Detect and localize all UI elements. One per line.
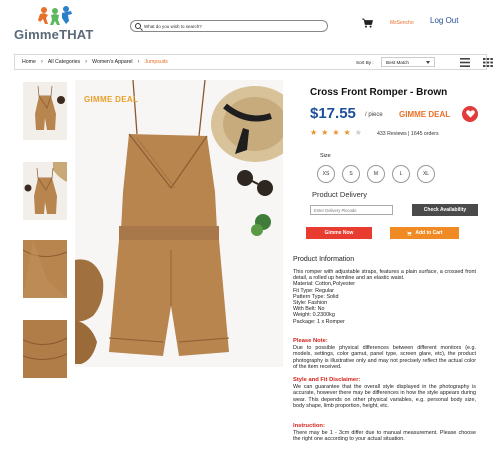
breadcrumb-bar: Home › All Categories › Women's Apparel … — [14, 54, 493, 70]
product-title: Cross Front Romper - Brown — [310, 87, 448, 98]
breadcrumb-current: Jumpsuits — [144, 59, 168, 65]
product-thumbnail[interactable] — [23, 162, 67, 220]
size-option-s[interactable]: S — [342, 165, 360, 183]
logo[interactable]: GimmeTHAT — [14, 6, 104, 42]
size-option-l[interactable]: L — [392, 165, 410, 183]
star-filled-icon: ★ — [321, 128, 329, 137]
grid-view-icon[interactable] — [483, 58, 493, 67]
rating-stars: ★ ★ ★ ★ ★ — [310, 129, 362, 137]
instruction-title: Instruction: — [293, 423, 325, 429]
star-empty-icon: ★ — [354, 128, 362, 137]
gimme-now-button[interactable]: Gimme Now — [306, 227, 372, 239]
product-delivery-label: Product Delivery — [312, 190, 368, 199]
size-option-xs[interactable]: XS — [317, 165, 335, 183]
chevron-right-icon: › — [85, 59, 88, 65]
sort-label: Sort By : — [356, 60, 374, 65]
size-option-xl[interactable]: XL — [417, 165, 435, 183]
favorite-button[interactable] — [462, 106, 478, 122]
size-label: Size — [320, 153, 331, 159]
romper-image — [23, 82, 67, 140]
search-icon[interactable] — [135, 23, 141, 29]
cart-icon — [406, 231, 412, 236]
size-options: XS S M L XL — [317, 165, 435, 183]
star-filled-icon: ★ — [343, 128, 351, 137]
romper-detail-image — [23, 240, 67, 298]
gimme-deal-badge: GIMME DEAL — [399, 110, 451, 119]
breadcrumb-all-categories[interactable]: All Categories — [48, 59, 80, 65]
breadcrumb: Home › All Categories › Women's Apparel … — [22, 59, 168, 65]
please-note-body: Due to possible physical differences bet… — [293, 345, 476, 370]
instruction-body: There may be 1 - 3cm differ due to manua… — [293, 430, 476, 443]
check-availability-button[interactable]: Check Availability — [412, 204, 478, 216]
product-thumbnail[interactable] — [23, 320, 67, 378]
list-view-icon[interactable] — [460, 58, 470, 67]
size-option-m[interactable]: M — [367, 165, 385, 183]
logo-figures-icon — [38, 6, 72, 25]
reviews-count[interactable]: 433 Reviews | 1645 orders — [377, 131, 439, 137]
product-price: $17.55 — [310, 105, 356, 122]
image-deal-tag: GIMME DEAL — [84, 95, 139, 104]
price-unit: / piece — [365, 112, 383, 118]
product-thumbnail[interactable] — [23, 82, 67, 140]
add-to-cart-button[interactable]: Add to Cart — [390, 227, 459, 239]
sort-value: Best Match — [386, 60, 409, 65]
chevron-down-icon — [426, 61, 430, 64]
sort-select[interactable]: Best Match — [381, 57, 435, 67]
please-note-title: Please Note: — [293, 338, 328, 344]
add-to-cart-label: Add to Cart — [415, 230, 443, 236]
search-bar[interactable] — [130, 20, 328, 32]
style-disclaimer-title: Style and Fit Disclaimer: — [293, 377, 361, 383]
star-filled-icon: ★ — [310, 128, 318, 137]
search-input[interactable] — [144, 23, 324, 29]
pincode-input[interactable] — [310, 205, 393, 215]
breadcrumb-womens-apparel[interactable]: Women's Apparel — [92, 59, 132, 65]
chevron-right-icon: › — [40, 59, 43, 65]
logout-link[interactable]: Log Out — [430, 16, 458, 25]
product-info-title: Product Information — [293, 256, 355, 263]
user-name-link[interactable]: MsSencho — [390, 20, 414, 26]
style-disclaimer-body: We can guarantee that the overall style … — [293, 384, 476, 409]
main-product-image[interactable] — [75, 80, 283, 367]
cart-icon[interactable] — [362, 18, 373, 28]
logo-text: GimmeTHAT — [14, 27, 94, 42]
heart-icon — [465, 110, 475, 118]
product-description: This romper with adjustable straps, feat… — [293, 269, 476, 325]
star-filled-icon: ★ — [332, 128, 340, 137]
product-thumbnail[interactable] — [23, 240, 67, 298]
description-text: This romper with adjustable straps, feat… — [293, 269, 476, 282]
breadcrumb-home[interactable]: Home — [22, 59, 36, 65]
romper-image — [75, 80, 283, 367]
chevron-right-icon: › — [137, 59, 140, 65]
romper-detail-image — [23, 320, 67, 378]
romper-image — [23, 162, 67, 220]
spec-package: Package: 1 x Romper — [293, 318, 345, 325]
